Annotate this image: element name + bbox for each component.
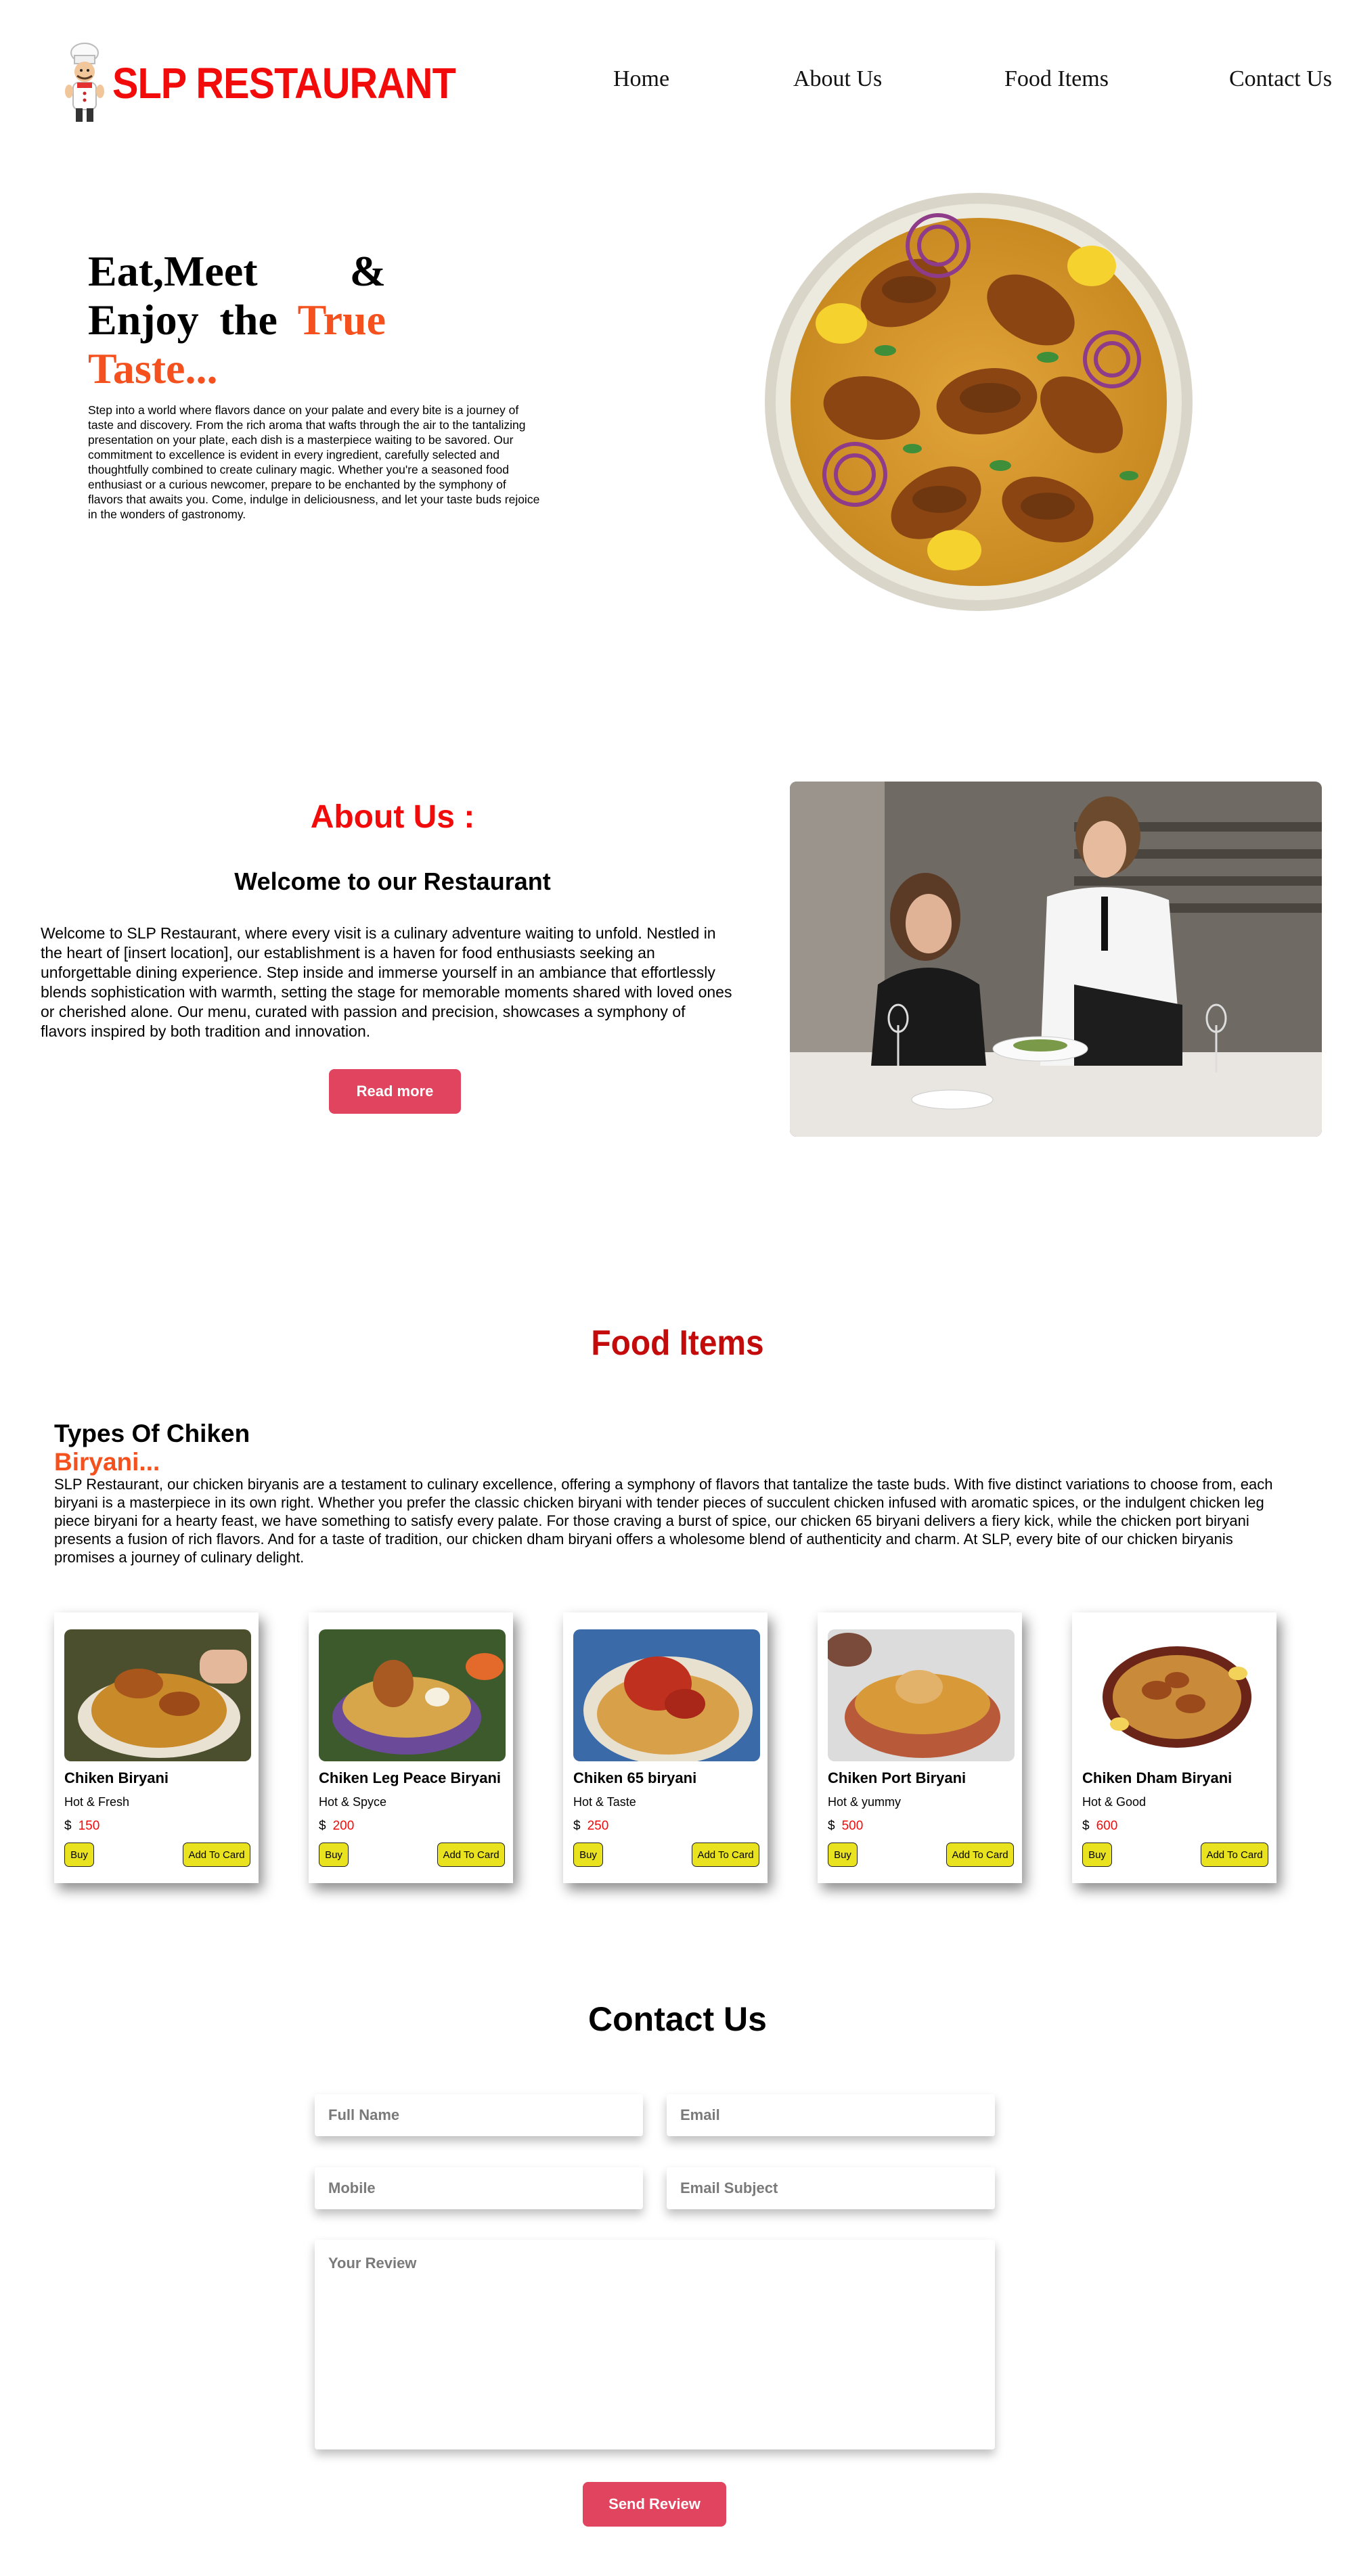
food-tagline: Hot & yummy	[828, 1795, 902, 1809]
food-card: Chiken Leg Peace Biryani Hot & Spyce $20…	[309, 1612, 513, 1883]
nav-contact-us[interactable]: Contact Us	[1229, 66, 1332, 92]
add-to-card-button[interactable]: Add To Card	[946, 1843, 1014, 1867]
nav-about-us[interactable]: About Us	[793, 66, 882, 92]
add-to-card-button[interactable]: Add To Card	[1201, 1843, 1268, 1867]
buy-button[interactable]: Buy	[64, 1843, 94, 1867]
mobile-input[interactable]: Mobile	[315, 2167, 643, 2209]
review-textarea[interactable]: Your Review	[315, 2240, 995, 2449]
food-price: $600	[1082, 1819, 1118, 1833]
buy-button[interactable]: Buy	[319, 1843, 349, 1867]
nav-home[interactable]: Home	[613, 66, 669, 92]
hero-description: Step into a world where flavors dance on…	[88, 403, 540, 521]
about-subtitle: Welcome to our Restaurant	[234, 867, 551, 895]
food-card: Chiken 65 biryani Hot & Taste $250 Buy A…	[563, 1612, 768, 1883]
chiken-dham-biryani-image	[1082, 1629, 1269, 1761]
chiken-leg-peace-biryani-image	[319, 1629, 506, 1761]
full-name-input[interactable]: Full Name	[315, 2094, 643, 2136]
about-title: About Us :	[310, 799, 475, 835]
food-price: $200	[319, 1819, 355, 1833]
food-name: Chiken Leg Peace Biryani	[319, 1769, 501, 1786]
food-name: Chiken Biryani	[64, 1769, 169, 1786]
food-items-title: Food Items	[591, 1324, 764, 1363]
about-description: Welcome to SLP Restaurant, where every v…	[41, 924, 732, 1040]
contact-title: Contact Us	[588, 2000, 767, 2038]
add-to-card-button[interactable]: Add To Card	[183, 1843, 250, 1867]
food-price: $500	[828, 1819, 864, 1833]
add-to-card-button[interactable]: Add To Card	[437, 1843, 505, 1867]
buy-button[interactable]: Buy	[1082, 1843, 1112, 1867]
food-card: Chiken Port Biryani Hot & yummy $500 Buy…	[818, 1612, 1022, 1883]
send-review-button[interactable]: Send Review	[583, 2482, 726, 2527]
types-title: Types Of Chiken Biryani...	[54, 1420, 250, 1476]
nav-food-items[interactable]: Food Items	[1004, 66, 1109, 92]
food-card: Chiken Dham Biryani Hot & Good $600 Buy …	[1072, 1612, 1276, 1883]
biryani-plate-image	[765, 193, 1193, 611]
food-tagline: Hot & Fresh	[64, 1795, 130, 1809]
chiken-65-biryani-image	[573, 1629, 760, 1761]
hero-title: Eat,Meet & Enjoy the True Taste...	[88, 247, 386, 393]
restaurant-dining-photo	[790, 782, 1322, 1137]
food-name: Chiken 65 biryani	[573, 1769, 697, 1786]
hero-title-line3: Taste...	[88, 344, 218, 392]
food-tagline: Hot & Good	[1082, 1795, 1147, 1809]
food-tagline: Hot & Spyce	[319, 1795, 387, 1809]
food-card: Chiken Biryani Hot & Fresh $150 Buy Add …	[54, 1612, 259, 1883]
food-price: $250	[573, 1819, 609, 1833]
chiken-biryani-image	[64, 1629, 251, 1761]
chiken-port-biryani-image	[828, 1629, 1015, 1761]
buy-button[interactable]: Buy	[573, 1843, 603, 1867]
food-name: Chiken Dham Biryani	[1082, 1769, 1232, 1786]
food-name: Chiken Port Biryani	[828, 1769, 967, 1786]
email-input[interactable]: Email	[667, 2094, 995, 2136]
hero-title-line1: Eat,Meet &	[88, 247, 386, 295]
email-subject-input[interactable]: Email Subject	[667, 2167, 995, 2209]
read-more-button[interactable]: Read more	[329, 1069, 461, 1114]
add-to-card-button[interactable]: Add To Card	[692, 1843, 759, 1867]
food-description: SLP Restaurant, our chicken biryanis are…	[54, 1476, 1273, 1566]
food-tagline: Hot & Taste	[573, 1795, 636, 1809]
food-price: $150	[64, 1819, 100, 1833]
main-nav: Home About Us Food Items Contact Us	[0, 66, 1355, 100]
hero-title-line2: Enjoy the True	[88, 296, 386, 344]
buy-button[interactable]: Buy	[828, 1843, 858, 1867]
